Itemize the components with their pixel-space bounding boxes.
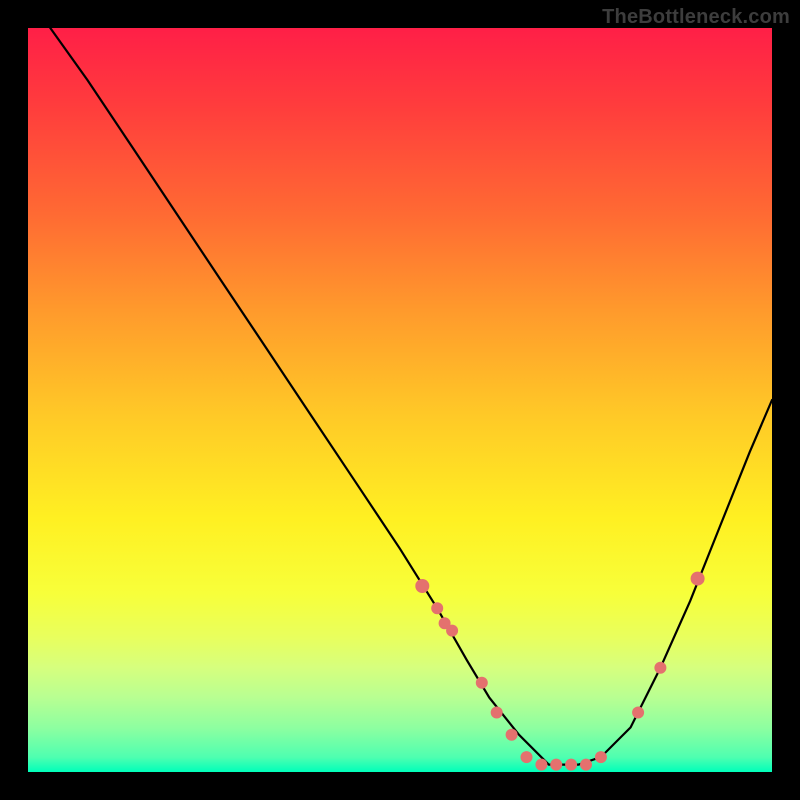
highlight-dot — [580, 759, 592, 771]
highlight-dot — [535, 759, 547, 771]
highlight-dot — [506, 729, 518, 741]
highlight-dot — [632, 707, 644, 719]
highlight-dot — [550, 759, 562, 771]
highlight-dot — [521, 751, 533, 763]
highlight-dot — [415, 579, 429, 593]
highlight-dot — [691, 572, 705, 586]
highlight-dot — [446, 625, 458, 637]
chart-svg — [28, 28, 772, 772]
bottleneck-curve — [50, 28, 772, 765]
highlight-dot — [565, 759, 577, 771]
plot-area — [28, 28, 772, 772]
highlight-dot — [654, 662, 666, 674]
chart-frame: TheBottleneck.com — [0, 0, 800, 800]
highlight-dot — [491, 707, 503, 719]
highlight-dots-group — [415, 572, 704, 771]
highlight-dot — [431, 602, 443, 614]
watermark-text: TheBottleneck.com — [602, 6, 790, 29]
highlight-dot — [595, 751, 607, 763]
highlight-dot — [476, 677, 488, 689]
